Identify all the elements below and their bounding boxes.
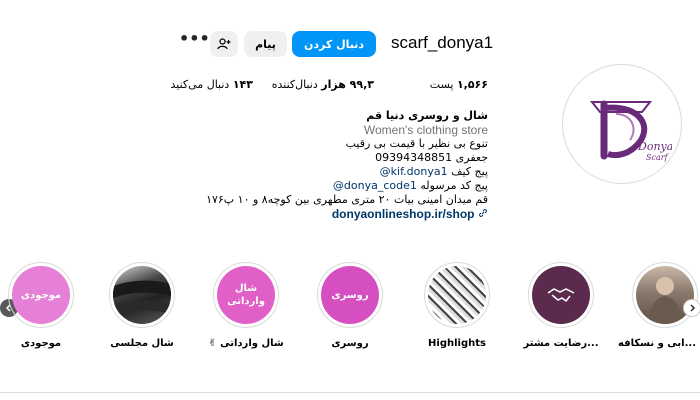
fabric-image bbox=[113, 280, 171, 316]
bio-category: Women's clothing store bbox=[363, 123, 488, 137]
highlight-abi-nescafe[interactable] bbox=[632, 262, 698, 328]
highlight-label: روسری bbox=[331, 338, 369, 349]
highlight-label: ...رضایت مشتر bbox=[523, 338, 599, 349]
profile-bio: شال و روسری دنیا قم Women's clothing sto… bbox=[188, 109, 488, 222]
follow-button[interactable]: دنبال کردن bbox=[292, 31, 376, 57]
logo-subtext: Scarf bbox=[646, 153, 670, 162]
donya-logo: Donya Scarf bbox=[589, 100, 672, 162]
highlight-majlesi[interactable] bbox=[109, 262, 175, 328]
highlight-label: Highlights bbox=[428, 338, 486, 349]
highlight-mojoodi[interactable]: موجودی bbox=[8, 262, 74, 328]
bio-line-5: قم میدان امینی بیات ۲۰ متری مطهری بین کو… bbox=[206, 193, 488, 206]
profile-avatar[interactable]: Donya Scarf bbox=[562, 64, 682, 184]
highlight-highlights[interactable] bbox=[424, 262, 490, 328]
highlight-cover bbox=[113, 266, 171, 324]
highlight-roosari[interactable]: روسری bbox=[317, 262, 383, 328]
highlight-cover bbox=[428, 266, 486, 324]
highlight-varedati[interactable]: شال وارداتی bbox=[213, 262, 279, 328]
following-count[interactable]: ۱۴۳ دنبال می‌کنید bbox=[171, 78, 254, 91]
highlight-cover-text: شال وارداتی bbox=[227, 283, 265, 307]
following-number: ۱۴۳ bbox=[232, 78, 253, 91]
message-button[interactable]: پیام bbox=[244, 31, 287, 57]
chevron-right-icon bbox=[690, 304, 696, 312]
bio-name: شال و روسری دنیا قم bbox=[366, 109, 488, 122]
bio-line-2: جعفری 09394348851 bbox=[375, 151, 488, 164]
add-user-icon bbox=[217, 38, 231, 50]
link-icon bbox=[479, 209, 487, 217]
followers-label: دنبال‌کننده bbox=[271, 78, 318, 91]
bio-line-3: پیج کیف @kif.donya1 bbox=[188, 165, 488, 179]
highlight-cover bbox=[532, 266, 590, 324]
mention-link-kif[interactable]: @kif.donya1 bbox=[380, 165, 448, 178]
highlight-label: شال مجلسی bbox=[110, 338, 174, 349]
person-photo bbox=[648, 277, 682, 324]
highlight-label: شال وارداتی ✌ bbox=[208, 338, 284, 349]
following-label: دنبال می‌کنید bbox=[170, 78, 230, 91]
bio-website[interactable]: donyaonlineshop.ir/shop bbox=[188, 207, 488, 222]
highlight-label: موجودی bbox=[20, 338, 62, 349]
highlight-cover: شال وارداتی bbox=[217, 266, 275, 324]
mention-link-code[interactable]: @donya_code1 bbox=[333, 179, 417, 192]
posts-label: پست bbox=[429, 78, 454, 91]
posts-count: ۱,۵۶۶ پست bbox=[430, 78, 488, 91]
scroll-right-arrow[interactable] bbox=[683, 299, 700, 317]
highlight-label: ...ابی و نسکافه bbox=[618, 338, 696, 349]
website-link[interactable]: donyaonlineshop.ir/shop bbox=[332, 207, 475, 221]
bio-line-4-prefix: پیج کد مرسوله bbox=[420, 179, 488, 192]
posts-number: ۱,۵۶۶ bbox=[456, 78, 488, 91]
profile-username: scarf_donya1 bbox=[391, 33, 494, 52]
highlight-rezayat[interactable] bbox=[528, 262, 594, 328]
section-divider bbox=[0, 392, 700, 393]
followers-count[interactable]: ۹۹,۳ هزار دنبال‌کننده bbox=[272, 78, 374, 91]
highlight-cover: موجودی bbox=[12, 266, 70, 324]
bio-line-3-prefix: پیج کیف bbox=[451, 165, 488, 178]
handshake-icon bbox=[547, 288, 575, 303]
highlight-cover: روسری bbox=[321, 266, 379, 324]
highlight-cover bbox=[636, 266, 694, 324]
logo-text: Donya bbox=[637, 140, 672, 153]
bio-line-4: پیج کد مرسوله @donya_code1 bbox=[188, 179, 488, 193]
bio-line-1: تنوع بی نظیر با قیمت بی رقیب bbox=[345, 137, 488, 150]
suggest-user-button[interactable] bbox=[210, 31, 238, 57]
more-options-button[interactable]: ••• bbox=[179, 31, 210, 53]
followers-number: ۹۹,۳ هزار bbox=[321, 78, 374, 91]
